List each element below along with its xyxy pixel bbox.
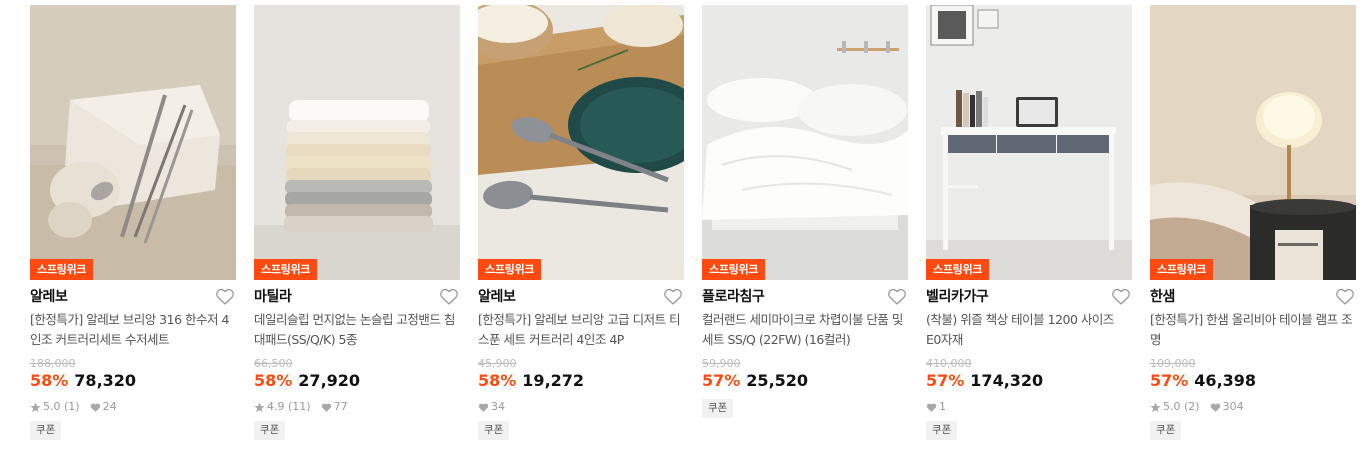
price-row: 57% 25,520: [702, 371, 908, 391]
meta-row: 5.0 (1) 24: [30, 399, 236, 415]
like-count: 34: [491, 400, 505, 413]
rating: 5.0: [1163, 400, 1181, 413]
coupon-badge: 쿠폰: [478, 421, 510, 440]
original-price: 66,500: [254, 357, 293, 370]
product-card[interactable]: 스프링위크 마틸라 데일리슬립 먼지없는 논슬립 고정밴드 침대패드(SS/Q/…: [254, 5, 460, 440]
wishlist-heart-icon[interactable]: [662, 287, 684, 307]
product-image-bedding[interactable]: 스프링위크: [702, 5, 908, 280]
discount-rate: 58%: [254, 371, 293, 390]
rating: 4.9: [267, 400, 285, 413]
discount-rate: 58%: [30, 371, 69, 390]
price-row: 58% 78,320: [30, 371, 236, 391]
coupon-badge: 쿠폰: [1150, 421, 1182, 440]
coupon-badge: 쿠폰: [702, 399, 734, 418]
brand-name[interactable]: 플로라침구: [702, 287, 908, 307]
coupon-badge: 쿠폰: [30, 421, 62, 440]
promo-badge: 스프링위크: [478, 259, 542, 280]
product-title[interactable]: [한정특가] 알레보 브리앙 고급 디저트 티스푼 세트 커트러리 4인조 4P: [478, 310, 684, 350]
sale-price: 25,520: [746, 371, 809, 390]
product-title[interactable]: 데일리슬립 먼지없는 논슬립 고정밴드 침대패드(SS/Q/K) 5종: [254, 310, 460, 350]
review-count: (11): [288, 400, 311, 413]
sale-price: 46,398: [1194, 371, 1257, 390]
star-icon: [1150, 402, 1161, 413]
promo-badge: 스프링위크: [30, 259, 94, 280]
sale-price: 78,320: [74, 371, 137, 390]
product-image-lamp[interactable]: 스프링위크: [1150, 5, 1356, 280]
like-count: 24: [102, 400, 117, 413]
wishlist-heart-icon[interactable]: [214, 287, 236, 307]
brand-name[interactable]: 마틸라: [254, 287, 460, 307]
coupon-badge: 쿠폰: [926, 421, 958, 440]
product-grid: 스프링위크 알레보 [한정특가] 알레보 브리앙 316 한수저 4인조 커트러…: [0, 0, 1364, 471]
sale-price: 174,320: [970, 371, 1044, 390]
promo-badge: 스프링위크: [254, 259, 318, 280]
product-image-desk[interactable]: 스프링위크: [926, 5, 1132, 280]
like-icon: [926, 402, 937, 413]
product-card[interactable]: 스프링위크 알레보 [한정특가] 알레보 브리앙 316 한수저 4인조 커트러…: [30, 5, 236, 440]
product-card[interactable]: 스프링위크 벨리카가구 (착불) 위즐 책상 테이블 1200 사이즈 E0자재…: [926, 5, 1132, 440]
wishlist-heart-icon[interactable]: [438, 287, 460, 307]
original-price: 45,900: [478, 357, 517, 370]
like-icon: [478, 402, 489, 413]
product-title[interactable]: (착불) 위즐 책상 테이블 1200 사이즈 E0자재: [926, 310, 1132, 350]
coupon-badge: 쿠폰: [254, 421, 286, 440]
promo-badge: 스프링위크: [926, 259, 990, 280]
discount-rate: 58%: [478, 371, 517, 390]
product-card[interactable]: 스프링위크 알레보 [한정특가] 알레보 브리앙 고급 디저트 티스푼 세트 커…: [478, 5, 684, 440]
product-image-cutlery[interactable]: 스프링위크: [30, 5, 236, 280]
star-icon: [254, 402, 265, 413]
promo-badge: 스프링위크: [702, 259, 766, 280]
price-row: 57% 46,398: [1150, 371, 1356, 391]
like-count: 77: [333, 400, 348, 413]
review-count: (2): [1184, 400, 1200, 413]
brand-name[interactable]: 벨리카가구: [926, 287, 1132, 307]
like-count: 304: [1222, 400, 1244, 413]
sale-price: 27,920: [298, 371, 361, 390]
original-price: 59,900: [702, 357, 741, 370]
review-count: (1): [64, 400, 80, 413]
like-icon: [321, 402, 332, 413]
product-title[interactable]: [한정특가] 알레보 브리앙 316 한수저 4인조 커트러리세트 수저세트: [30, 310, 236, 350]
product-title[interactable]: [한정특가] 한샘 올리비아 테이블 램프 조명: [1150, 310, 1356, 350]
product-image-bed-pads[interactable]: 스프링위크: [254, 5, 460, 280]
original-price: 188,000: [30, 357, 76, 370]
meta-row: 34: [478, 399, 684, 415]
meta-row: 5.0 (2) 304: [1150, 399, 1356, 415]
original-price: 410,000: [926, 357, 972, 370]
price-row: 58% 27,920: [254, 371, 460, 391]
like-icon: [90, 402, 101, 413]
product-card[interactable]: 스프링위크 한샘 [한정특가] 한샘 올리비아 테이블 램프 조명 109,00…: [1150, 5, 1356, 440]
like-icon: [1210, 402, 1221, 413]
meta-row: 1: [926, 399, 1132, 415]
discount-rate: 57%: [926, 371, 965, 390]
discount-rate: 57%: [1150, 371, 1189, 390]
star-icon: [30, 402, 41, 413]
brand-name[interactable]: 알레보: [478, 287, 684, 307]
price-row: 58% 19,272: [478, 371, 684, 391]
meta-row: 4.9 (11) 77: [254, 399, 460, 415]
discount-rate: 57%: [702, 371, 741, 390]
sale-price: 19,272: [522, 371, 585, 390]
rating: 5.0: [43, 400, 61, 413]
price-row: 57% 174,320: [926, 371, 1132, 391]
brand-name[interactable]: 알레보: [30, 287, 236, 307]
product-image-teaspoons[interactable]: 스프링위크: [478, 5, 684, 280]
promo-badge: 스프링위크: [1150, 259, 1214, 280]
original-price: 109,000: [1150, 357, 1196, 370]
wishlist-heart-icon[interactable]: [886, 287, 908, 307]
product-card[interactable]: 스프링위크 플로라침구 컬러랜드 세미마이크로 차렵이불 단품 및 세트 SS/…: [702, 5, 908, 418]
wishlist-heart-icon[interactable]: [1334, 287, 1356, 307]
product-title[interactable]: 컬러랜드 세미마이크로 차렵이불 단품 및 세트 SS/Q (22FW) (16…: [702, 310, 908, 350]
brand-name[interactable]: 한샘: [1150, 287, 1356, 307]
wishlist-heart-icon[interactable]: [1110, 287, 1132, 307]
like-count: 1: [939, 400, 946, 413]
